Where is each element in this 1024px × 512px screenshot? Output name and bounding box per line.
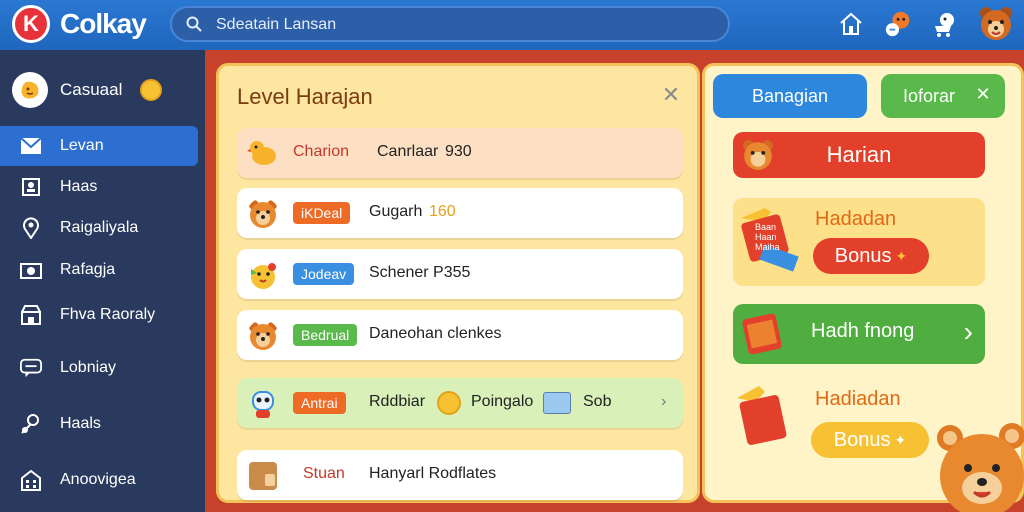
list-item[interactable]: Antrai Rddbiar Poingalo Sob › (237, 378, 683, 428)
top-bar: K Colkay (0, 0, 1024, 50)
sidebar-item-levan[interactable]: Levan (0, 126, 198, 166)
harian-button[interactable]: Harian (733, 132, 985, 178)
bird-icon (247, 141, 276, 165)
bonus-button[interactable]: Bonus ✦ (811, 422, 929, 458)
harian-label: Harian (826, 142, 892, 167)
ticket-icon (737, 386, 787, 445)
search-icon (186, 16, 202, 32)
robot-icon (252, 391, 274, 418)
sidebar-item-label: Raigaliyala (60, 219, 139, 236)
bonus-button[interactable]: Bonus ✦ (813, 238, 929, 274)
sidebar-item-label: Anoovigea (60, 471, 136, 488)
contact-card-icon (20, 176, 42, 198)
row-badge: Bedrual (293, 324, 358, 346)
hadh-fnong-button[interactable]: Hadh fnong › (733, 304, 985, 364)
hadh-label: Hadh fnong (811, 320, 915, 342)
camera-icon (20, 259, 42, 281)
game-avatar-icon (12, 72, 48, 108)
row-text: Rddbiar (369, 393, 426, 410)
sidebar-item-label: Levan (60, 137, 104, 154)
coin-icon (437, 391, 461, 415)
sidebar-item-label: Rafagja (60, 261, 116, 278)
bonus-card[interactable]: Baan Haan Maiha Hadadan Bonus ✦ (733, 198, 985, 286)
home-icon[interactable] (836, 8, 866, 40)
chevron-right-icon: › (963, 316, 973, 347)
shop-icon (20, 304, 42, 326)
bear-face-icon (743, 140, 773, 170)
close-icon[interactable]: ✕ (971, 84, 995, 108)
row-label: Stuan (303, 465, 345, 482)
profile-avatar-icon[interactable] (978, 4, 1014, 44)
sidebar-item-haals[interactable]: Haals (0, 404, 198, 444)
bear-face-icon (249, 322, 277, 350)
sidebar-item-label: Haas (60, 178, 98, 195)
ticket-icon (742, 313, 782, 355)
bear-mascot-icon (937, 423, 1024, 512)
app-logo-icon[interactable]: K (12, 5, 50, 43)
row-badge: Antrai (293, 392, 346, 414)
row-text: Gugarh (369, 203, 423, 220)
coin-icon (140, 79, 163, 101)
list-item[interactable]: Charion Canrlaar 930 (237, 128, 683, 178)
tab-label: Ioforar (902, 85, 956, 106)
sidebar-item-rafagja[interactable]: Rafagja (0, 250, 198, 290)
sidebar-item-label: Lobniay (60, 359, 117, 376)
sparkle-icon: ✦ (895, 247, 908, 264)
sidebar-item-haas[interactable]: Haas (0, 167, 198, 207)
row-text: Schener P355 (369, 264, 471, 281)
sparkle-icon: ✦ (894, 431, 907, 448)
sidebar: Casuaal Levan Haas Raigaliyala Rafagja F… (0, 50, 205, 512)
building-icon (20, 469, 42, 491)
sidebar-item-label: Fhva Raoraly (60, 306, 156, 323)
sidebar-header[interactable]: Casuaal (12, 70, 192, 110)
bonus-label: Bonus (833, 428, 891, 451)
row-extra: Poingalo (471, 393, 534, 410)
row-text: Hanyarl Rodflates (369, 465, 497, 482)
picture-icon (543, 392, 571, 414)
search-input[interactable] (216, 14, 696, 36)
ticket-text: Baan Haan Maiha (755, 222, 780, 252)
chick-icon (251, 263, 276, 289)
row-badge: iKDeal (293, 202, 351, 224)
notification-icon[interactable] (884, 8, 914, 40)
row-extra: Sob (583, 393, 612, 410)
sidebar-item-fhva-raoraly[interactable]: Fhva Raoraly (0, 295, 198, 335)
level-panel: Level Harajan ✕ Charion Canrlaar 930 iKD… (216, 63, 700, 503)
sidebar-header-label: Casuaal (60, 80, 123, 99)
panel-title: Level Harajan (237, 84, 373, 109)
user-icon (20, 413, 42, 435)
row-text: Daneohan clenkes (369, 325, 502, 342)
bear-face-icon (249, 200, 277, 228)
card-title: Hadadan (815, 208, 897, 230)
chevron-right-icon[interactable]: › (661, 393, 666, 411)
card-title: Hadiadan (815, 388, 901, 410)
crate-icon (249, 462, 277, 490)
sidebar-item-anoovigea[interactable]: Anoovigea (0, 460, 198, 500)
row-label: Charion (293, 143, 350, 160)
row-value: 930 (445, 143, 472, 160)
search-bar[interactable] (170, 6, 730, 42)
location-pin-icon (20, 217, 42, 239)
row-text: Canrlaar (377, 143, 439, 160)
list-item[interactable]: iKDeal Gugarh 160 (237, 188, 683, 238)
sidebar-item-raigaliyala[interactable]: Raigaliyala (0, 208, 198, 248)
list-item[interactable]: Jodeav Schener P355 (237, 249, 683, 299)
bonus-label: Bonus (834, 244, 892, 267)
cart-icon[interactable] (930, 8, 960, 40)
sidebar-item-lobniay[interactable]: Lobniay (0, 348, 198, 388)
mail-icon (20, 135, 42, 157)
list-item[interactable]: Stuan Hanyarl Rodflates (237, 450, 683, 500)
chat-icon (20, 357, 42, 379)
row-value: 160 (429, 203, 456, 220)
list-item[interactable]: Bedrual Daneohan clenkes (237, 310, 683, 360)
sidebar-item-label: Haals (60, 415, 101, 432)
tab-banagian[interactable]: Banagian (713, 74, 867, 118)
app-name[interactable]: Colkay (60, 8, 147, 40)
row-badge: Jodeav (293, 263, 355, 285)
close-icon[interactable]: ✕ (659, 82, 683, 107)
